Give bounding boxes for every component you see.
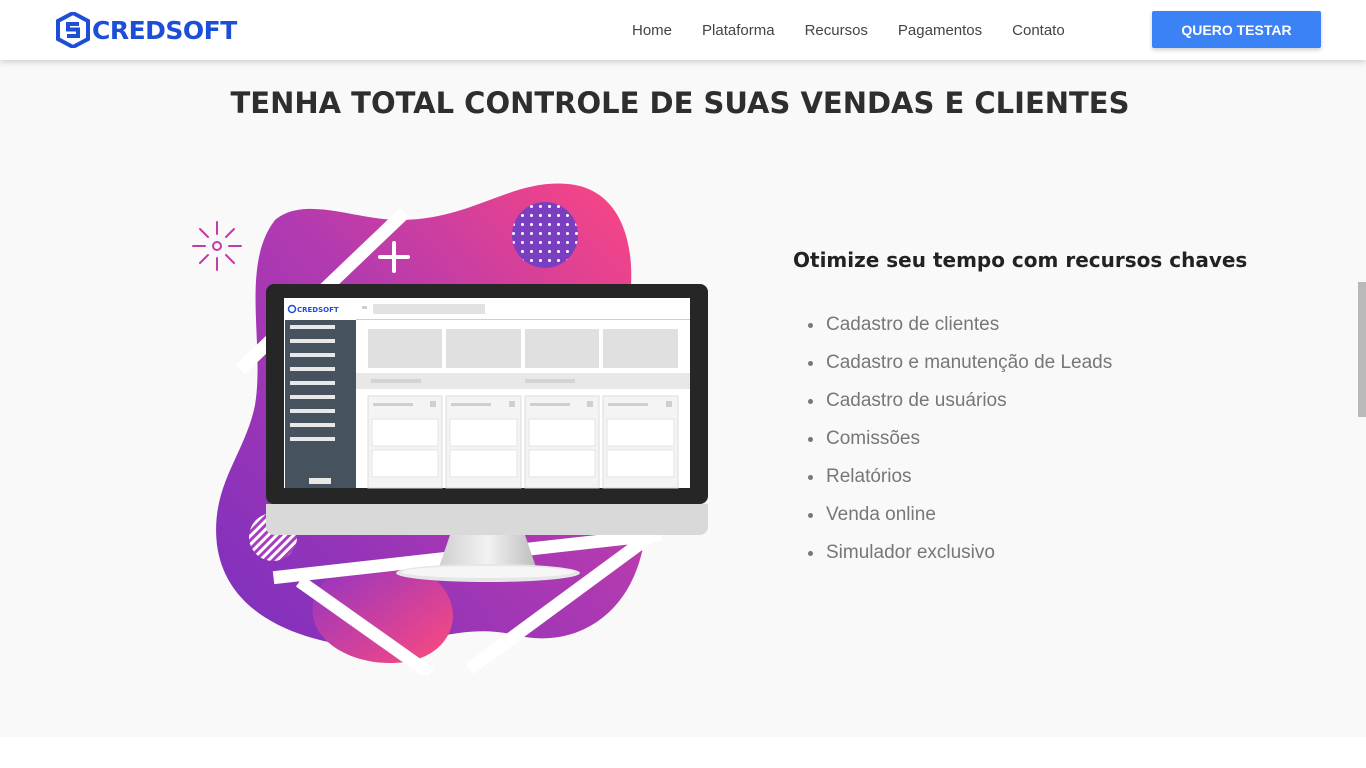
nav-links: Home Plataforma Recursos Pagamentos Cont… [617, 0, 1080, 60]
features-title: Otimize seu tempo com recursos chaves [793, 248, 1248, 272]
dotted-circle-icon [512, 202, 578, 268]
list-item: Cadastro de clientes [808, 306, 1112, 344]
shield-logo-icon [56, 12, 90, 48]
screen-logo: CREDSOFT [297, 306, 339, 314]
list-item: Simulador exclusivo [808, 534, 1112, 572]
nav-recursos[interactable]: Recursos [805, 22, 868, 39]
list-item: Cadastro de usuários [808, 382, 1112, 420]
nav-pagamentos[interactable]: Pagamentos [898, 22, 982, 39]
nav-contato[interactable]: Contato [1012, 22, 1065, 39]
list-item: Cadastro e manutenção de Leads [808, 344, 1112, 382]
next-section [0, 737, 1366, 768]
quero-testar-button[interactable]: QUERO TESTAR [1152, 11, 1321, 48]
features-list: Cadastro de clientes Cadastro e manutenç… [808, 306, 1112, 572]
nav-plataforma[interactable]: Plataforma [702, 22, 775, 39]
logo[interactable]: CREDSOFT [56, 11, 237, 49]
hero-illustration: CREDSOFT [192, 183, 708, 675]
navbar: CREDSOFT Home Plataforma Recursos Pagame… [0, 0, 1366, 60]
list-item: Venda online [808, 496, 1112, 534]
nav-home[interactable]: Home [632, 22, 672, 39]
logo-text: CREDSOFT [92, 15, 237, 45]
scrollbar-thumb[interactable] [1358, 282, 1366, 417]
list-item: Comissões [808, 420, 1112, 458]
sparkle-icon [192, 221, 242, 271]
list-item: Relatórios [808, 458, 1112, 496]
section-headline: TENHA TOTAL CONTROLE DE SUAS VENDAS E CL… [230, 86, 1130, 120]
